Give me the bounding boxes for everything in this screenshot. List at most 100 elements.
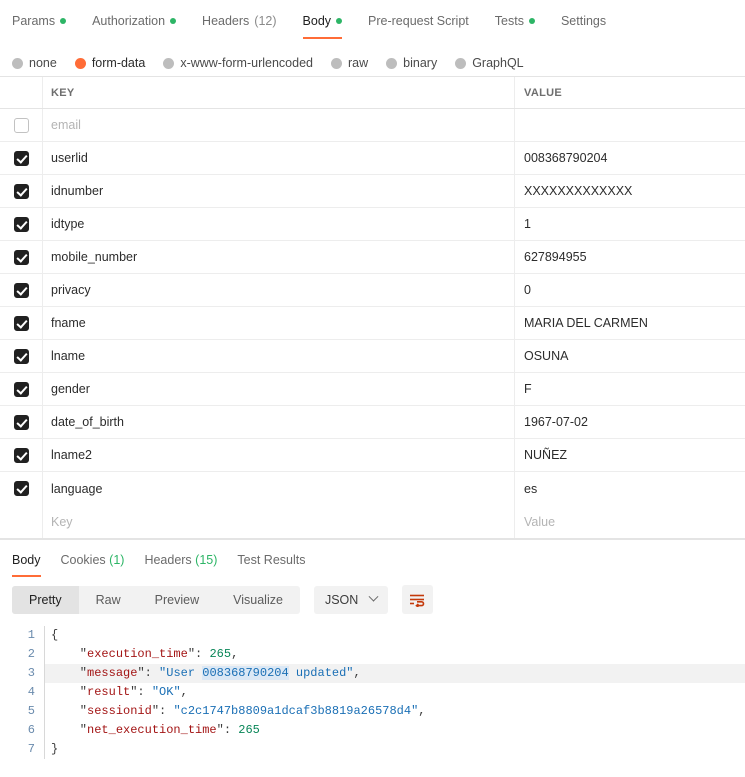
radio-icon: [455, 57, 467, 69]
tab-authorization[interactable]: Authorization: [92, 14, 177, 39]
row-key-input[interactable]: idtype: [43, 208, 515, 240]
row-key-input[interactable]: email: [43, 109, 515, 141]
row-key-input[interactable]: date_of_birth: [43, 406, 515, 438]
row-checkbox-checked[interactable]: [13, 381, 29, 397]
table-row[interactable]: email: [0, 109, 745, 142]
row-checkbox-checked[interactable]: [13, 481, 29, 496]
view-mode-pretty[interactable]: Pretty: [12, 585, 79, 614]
row-checkbox-checked[interactable]: [13, 414, 29, 430]
tab-pre-request-script[interactable]: Pre-request Script: [368, 14, 469, 39]
tab-headers[interactable]: Headers (12): [202, 14, 276, 39]
row-checkbox-checked[interactable]: [13, 348, 29, 364]
tab-tests[interactable]: Tests: [495, 14, 535, 39]
view-mode-preview[interactable]: Preview: [138, 586, 216, 614]
row-value-input[interactable]: MARIA DEL CARMEN: [515, 307, 745, 339]
row-key-input[interactable]: language: [43, 472, 515, 505]
table-row[interactable]: lname2 NUÑEZ: [0, 439, 745, 472]
body-type-none-label: none: [29, 56, 57, 70]
row-key-input[interactable]: gender: [43, 373, 515, 405]
table-row[interactable]: lname OSUNA: [0, 340, 745, 373]
row-checkbox-checked[interactable]: [13, 150, 29, 166]
tab-body[interactable]: Body: [302, 14, 343, 39]
row-key-input[interactable]: mobile_number: [43, 241, 515, 273]
response-view-toolbar: Pretty Raw Preview Visualize JSON: [0, 579, 745, 622]
body-type-form-data[interactable]: form-data: [74, 56, 146, 70]
line-number: 5: [27, 704, 35, 718]
row-value-text: OSUNA: [524, 349, 569, 363]
row-value-input[interactable]: 008368790204: [515, 142, 745, 174]
table-row[interactable]: privacy 0: [0, 274, 745, 307]
tab-tests-label: Tests: [494, 14, 524, 28]
response-tab-body[interactable]: Body: [12, 553, 41, 577]
table-row[interactable]: mobile_number 627894955: [0, 241, 745, 274]
row-value-text: MARIA DEL CARMEN: [524, 316, 648, 330]
json-line-2: "execution_time": 265,: [51, 647, 239, 661]
tab-params[interactable]: Params: [12, 14, 67, 39]
table-row[interactable]: idnumber XXXXXXXXXXXXX: [0, 175, 745, 208]
table-row[interactable]: fname MARIA DEL CARMEN: [0, 307, 745, 340]
row-key-input[interactable]: userlid: [43, 142, 515, 174]
row-checkbox-cell: [0, 439, 43, 471]
row-checkbox-checked[interactable]: [13, 216, 29, 232]
row-checkbox-checked[interactable]: [13, 282, 29, 298]
row-checkbox-cell: [0, 307, 43, 339]
body-type-form-data-label: form-data: [91, 56, 146, 70]
row-key-input[interactable]: lname: [43, 340, 515, 372]
table-row-empty[interactable]: Key Value: [0, 505, 745, 538]
column-header-key: KEY: [51, 86, 75, 99]
response-body-viewer[interactable]: 1 2 3 4 5 6 7 { "execution_time": 265, "…: [0, 622, 745, 759]
row-value-input[interactable]: XXXXXXXXXXXXX: [515, 175, 745, 207]
row-checkbox-checked[interactable]: [13, 447, 29, 463]
row-checkbox-checked[interactable]: [13, 249, 29, 265]
table-row[interactable]: date_of_birth 1967-07-02: [0, 406, 745, 439]
response-tab-test-results[interactable]: Test Results: [237, 553, 305, 577]
new-key-input[interactable]: Key: [43, 505, 515, 538]
response-tab-headers[interactable]: Headers (15): [144, 553, 217, 577]
new-value-input[interactable]: Value: [515, 505, 745, 538]
body-type-none[interactable]: none: [12, 56, 57, 70]
new-key-placeholder: Key: [51, 514, 73, 529]
view-mode-raw[interactable]: Raw: [79, 586, 138, 614]
table-row[interactable]: idtype 1: [0, 208, 745, 241]
row-value-input[interactable]: 1967-07-02: [515, 406, 745, 438]
line-number: 4: [27, 685, 35, 699]
response-tab-cookies[interactable]: Cookies (1): [61, 553, 125, 577]
body-type-graphql[interactable]: GraphQL: [455, 56, 524, 70]
table-row[interactable]: language es: [0, 472, 745, 505]
row-key-input[interactable]: fname: [43, 307, 515, 339]
row-value-text: F: [524, 382, 532, 396]
row-value-input[interactable]: es: [515, 472, 745, 505]
row-key-text: lname: [51, 349, 86, 363]
response-format-value: JSON: [324, 592, 359, 607]
table-row[interactable]: userlid 008368790204: [0, 142, 745, 175]
word-wrap-button[interactable]: [402, 585, 434, 614]
row-key-text: lname2: [51, 448, 92, 462]
row-checkbox-cell: [0, 406, 43, 438]
body-type-binary[interactable]: binary: [386, 56, 437, 70]
body-type-x-www-form-urlencoded[interactable]: x-www-form-urlencoded: [163, 56, 313, 70]
row-checkbox-checked[interactable]: [13, 183, 29, 199]
row-value-input[interactable]: 627894955: [515, 241, 745, 273]
row-value-input[interactable]: 0: [515, 274, 745, 306]
tab-settings[interactable]: Settings: [561, 14, 606, 39]
row-checkbox-unchecked[interactable]: [13, 117, 29, 133]
row-checkbox-checked[interactable]: [13, 315, 29, 331]
row-value-text: 008368790204: [524, 151, 608, 165]
row-value-input[interactable]: F: [515, 373, 745, 405]
table-row[interactable]: gender F: [0, 373, 745, 406]
radio-icon: [331, 57, 342, 69]
view-mode-visualize[interactable]: Visualize: [216, 586, 300, 614]
row-value-input[interactable]: OSUNA: [515, 340, 745, 372]
row-key-input[interactable]: idnumber: [43, 175, 515, 207]
active-tab-underline: [302, 37, 343, 39]
row-key-input[interactable]: lname2: [43, 439, 515, 471]
row-checkbox-cell: [0, 142, 43, 174]
row-key-input[interactable]: privacy: [43, 274, 515, 306]
row-value-input[interactable]: 1: [515, 208, 745, 240]
row-value-input[interactable]: [515, 109, 745, 141]
column-header-value: VALUE: [524, 86, 562, 99]
unsaved-dot-icon: [170, 18, 177, 24]
row-value-input[interactable]: NUÑEZ: [515, 439, 745, 471]
response-format-select[interactable]: JSON: [313, 585, 389, 614]
body-type-raw[interactable]: raw: [331, 56, 368, 70]
